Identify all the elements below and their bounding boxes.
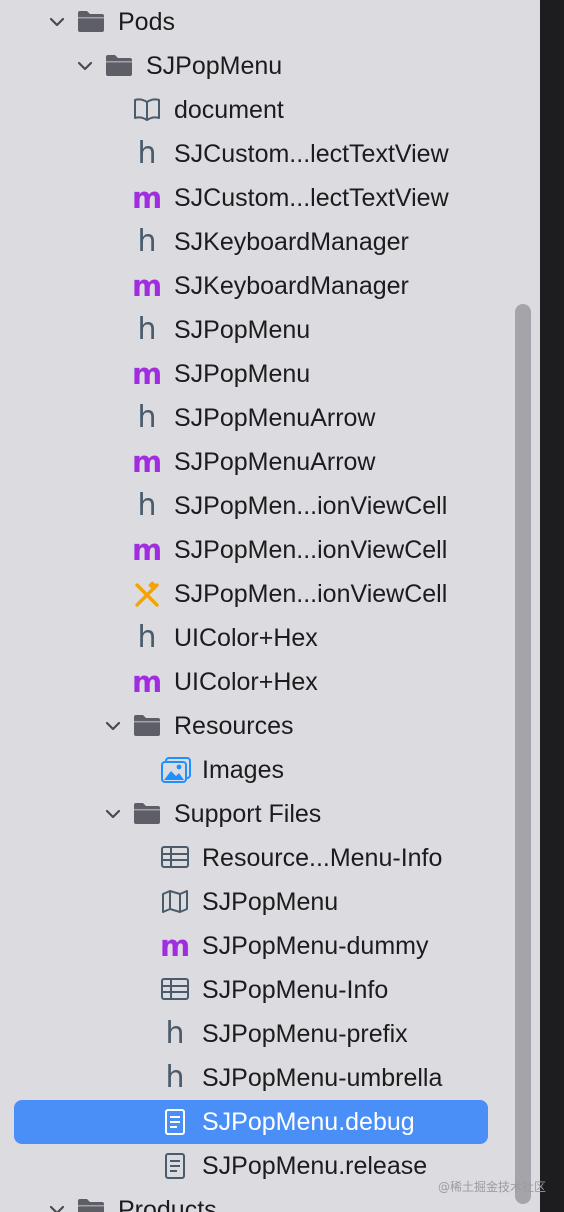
- header-file-icon: h: [137, 488, 157, 523]
- tree-row-label: document: [174, 96, 284, 124]
- tree-row-label: Images: [202, 756, 284, 784]
- implementation-file-icon: m: [132, 181, 163, 215]
- project-navigator: Pods SJPopMenu document h SJCustom...lec…: [0, 0, 540, 1212]
- tree-row-implementation-file[interactable]: m SJKeyboardManager: [0, 264, 540, 308]
- tree-row-label: SJPopMen...ionViewCell: [174, 580, 448, 608]
- folder-icon: [76, 1196, 106, 1212]
- tree-row-label: SJPopMenu-prefix: [202, 1020, 408, 1048]
- tree-row-xib-file[interactable]: SJPopMen...ionViewCell: [0, 572, 540, 616]
- tree-row-label: SJCustom...lectTextView: [174, 140, 449, 168]
- header-file-icon: h: [165, 1060, 185, 1095]
- tree-row-header-file[interactable]: h SJPopMenuArrow: [0, 396, 540, 440]
- tree-row-selected-xcconfig[interactable]: SJPopMenu.debug: [0, 1100, 540, 1144]
- book-icon: [132, 96, 162, 124]
- tree-row-label: UIColor+Hex: [174, 668, 318, 696]
- watermark: @稀土掘金技术社区: [438, 1180, 547, 1194]
- scrollbar-thumb[interactable]: [515, 304, 531, 1204]
- tree-row-implementation-file[interactable]: m UIColor+Hex: [0, 660, 540, 704]
- implementation-file-icon: m: [132, 445, 163, 479]
- tree-row-document[interactable]: document: [0, 88, 540, 132]
- document-icon: [160, 1108, 190, 1136]
- implementation-file-icon: m: [160, 929, 191, 963]
- tree-row-label: SJCustom...lectTextView: [174, 184, 449, 212]
- tree-row-label: Resource...Menu-Info: [202, 844, 443, 872]
- tree-row-header-file[interactable]: h SJCustom...lectTextView: [0, 132, 540, 176]
- tree-row-label: Resources: [174, 712, 294, 740]
- modulemap-icon: [160, 888, 190, 916]
- tree-row-header-file[interactable]: h SJKeyboardManager: [0, 220, 540, 264]
- plist-table-icon: [160, 844, 190, 872]
- tree-row-label: SJKeyboardManager: [174, 272, 409, 300]
- chevron-down-icon[interactable]: [48, 1201, 66, 1212]
- tree-row-label: SJKeyboardManager: [174, 228, 409, 256]
- header-file-icon: h: [165, 1016, 185, 1051]
- tree-row-label: SJPopMen...ionViewCell: [174, 492, 448, 520]
- tree-row-label: SJPopMenu.release: [202, 1152, 428, 1180]
- tree-row-implementation-file[interactable]: m SJPopMenuArrow: [0, 440, 540, 484]
- tree-row-header-file[interactable]: h SJPopMenu-umbrella: [0, 1056, 540, 1100]
- tree-row-plist-file[interactable]: SJPopMenu-Info: [0, 968, 540, 1012]
- tree-row-implementation-file[interactable]: m SJPopMenu: [0, 352, 540, 396]
- header-file-icon: h: [137, 312, 157, 347]
- chevron-down-icon[interactable]: [104, 717, 122, 735]
- implementation-file-icon: m: [132, 533, 163, 567]
- chevron-down-icon[interactable]: [104, 805, 122, 823]
- tree-row-resources-folder[interactable]: Resources: [0, 704, 540, 748]
- tree-row-support-files-folder[interactable]: Support Files: [0, 792, 540, 836]
- tree-row-label: Pods: [118, 8, 175, 36]
- tree-row-modulemap-file[interactable]: SJPopMenu: [0, 880, 540, 924]
- tree-row-label: SJPopMenuArrow: [174, 404, 376, 432]
- folder-icon: [132, 800, 162, 828]
- tree-row-label: SJPopMenu: [202, 888, 339, 916]
- document-icon: [160, 1152, 190, 1180]
- tree-row-label: SJPopMen...ionViewCell: [174, 536, 448, 564]
- implementation-file-icon: m: [132, 357, 163, 391]
- plist-table-icon: [160, 976, 190, 1004]
- implementation-file-icon: m: [132, 665, 163, 699]
- tree-row-label: SJPopMenu: [174, 360, 311, 388]
- tree-row-implementation-file[interactable]: m SJPopMenu-dummy: [0, 924, 540, 968]
- tree-row-label: UIColor+Hex: [174, 624, 318, 652]
- editor-edge: [540, 0, 564, 1212]
- tree-row-plist-file[interactable]: Resource...Menu-Info: [0, 836, 540, 880]
- header-file-icon: h: [137, 224, 157, 259]
- tree-row-label: SJPopMenu-Info: [202, 976, 389, 1004]
- chevron-down-icon[interactable]: [48, 13, 66, 31]
- tree-row-header-file[interactable]: h UIColor+Hex: [0, 616, 540, 660]
- folder-icon: [104, 52, 134, 80]
- tree-row-header-file[interactable]: h SJPopMen...ionViewCell: [0, 484, 540, 528]
- tree-row-label: SJPopMenuArrow: [174, 448, 376, 476]
- folder-icon: [76, 8, 106, 36]
- tree-row-label: SJPopMenu: [174, 316, 311, 344]
- tree-row-implementation-file[interactable]: m SJPopMen...ionViewCell: [0, 528, 540, 572]
- tree-row-label: SJPopMenu-dummy: [202, 932, 429, 960]
- header-file-icon: h: [137, 620, 157, 655]
- tree-row-sjpopmenu-folder[interactable]: SJPopMenu: [0, 44, 540, 88]
- tree-row-label: SJPopMenu.debug: [202, 1108, 415, 1136]
- folder-icon: [132, 712, 162, 740]
- header-file-icon: h: [137, 400, 157, 435]
- tree-row-label: Support Files: [174, 800, 322, 828]
- header-file-icon: h: [137, 136, 157, 171]
- tree-row-label: SJPopMenu: [146, 52, 283, 80]
- tree-row-label: SJPopMenu-umbrella: [202, 1064, 443, 1092]
- tree-row-asset-catalog[interactable]: Images: [0, 748, 540, 792]
- xib-file-icon: [132, 580, 162, 608]
- tree-row-header-file[interactable]: h SJPopMenu-prefix: [0, 1012, 540, 1056]
- tree-row-implementation-file[interactable]: m SJCustom...lectTextView: [0, 176, 540, 220]
- tree-row-pods-folder[interactable]: Pods: [0, 0, 540, 44]
- chevron-down-icon[interactable]: [76, 57, 94, 75]
- implementation-file-icon: m: [132, 269, 163, 303]
- tree-row-label: Products: [118, 1196, 217, 1212]
- tree-row-header-file[interactable]: h SJPopMenu: [0, 308, 540, 352]
- asset-catalog-icon: [160, 756, 191, 784]
